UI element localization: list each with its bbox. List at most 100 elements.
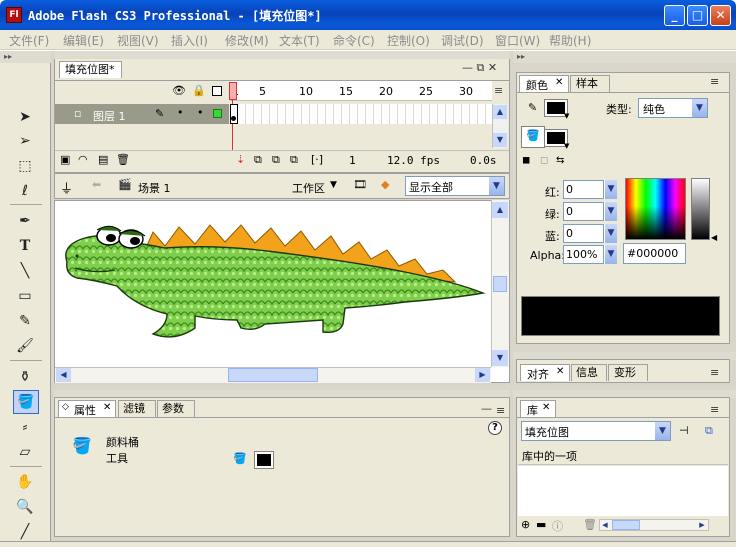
tab-close-icon[interactable]: ✕ <box>103 402 111 413</box>
lasso-tool-icon[interactable]: ℓ <box>16 182 34 200</box>
scroll-down-button[interactable]: ▼ <box>493 133 507 147</box>
tab-swatches[interactable]: 样本 <box>570 75 610 92</box>
subselection-tool-icon[interactable]: ➢ <box>16 132 34 150</box>
edit-scene-icon[interactable]: 🎞 <box>353 178 367 191</box>
delete-layer-icon[interactable]: 🗑 <box>116 153 130 166</box>
menu-insert[interactable]: 插入(I) <box>171 32 208 49</box>
brightness-slider[interactable] <box>691 178 710 240</box>
help-icon[interactable]: ? <box>488 421 502 435</box>
tab-close-icon[interactable]: ✕ <box>556 366 564 377</box>
color-spectrum-picker[interactable] <box>625 178 686 240</box>
insert-layer-icon[interactable]: ▣ <box>60 153 70 166</box>
fill-type-dropdown-arrow[interactable]: ▼ <box>691 99 707 117</box>
library-document-dropdown-arrow[interactable]: ▼ <box>654 422 670 440</box>
menu-window[interactable]: 窗口(W) <box>495 32 540 49</box>
stage-scroll-down[interactable]: ▼ <box>492 350 508 366</box>
rectangle-tool-icon[interactable]: ▭ <box>16 287 34 305</box>
modify-onion-markers-icon[interactable]: [·] <box>311 153 323 166</box>
add-motion-guide-icon[interactable]: ◠ <box>78 153 88 166</box>
layer-lock-dot[interactable]: • <box>197 106 204 119</box>
close-button[interactable]: ✕ <box>710 5 731 26</box>
scene-name[interactable]: 场景 1 <box>138 180 171 196</box>
free-transform-tool-icon[interactable]: ⬚ <box>16 157 34 175</box>
tab-filters[interactable]: 滤镜 <box>118 400 156 417</box>
frame-ruler[interactable] <box>230 81 492 101</box>
menu-debug[interactable]: 调试(D) <box>441 32 484 49</box>
eyedropper-tool-icon[interactable]: ⸗ <box>16 418 34 436</box>
hand-tool-icon[interactable]: ✋ <box>16 473 34 491</box>
tab-library[interactable] <box>520 400 556 417</box>
new-library-panel-icon[interactable]: ⧉ <box>705 424 713 438</box>
scroll-up-button[interactable]: ▲ <box>493 105 507 119</box>
layer-visible-dot[interactable]: • <box>177 106 184 119</box>
ink-bottle-tool-icon[interactable]: ⚱ <box>16 368 34 386</box>
keyframe-1[interactable] <box>230 104 238 124</box>
line-tool-icon[interactable]: ╲ <box>16 262 34 280</box>
menu-view[interactable]: 视图(V) <box>117 32 159 49</box>
back-arrow-icon[interactable]: ⬅ <box>92 178 101 191</box>
text-tool-icon[interactable]: T <box>16 237 34 255</box>
tab-info[interactable]: 信息 <box>571 364 607 381</box>
timeline-toggle-icon[interactable]: ⏚ <box>60 178 73 197</box>
crocodile-bitmap-fill-drawing[interactable] <box>55 210 491 370</box>
stage-scroll-up[interactable]: ▲ <box>492 202 508 218</box>
layer-name[interactable]: 图层 1 <box>93 108 126 124</box>
menu-help[interactable]: 帮助(H) <box>549 32 591 49</box>
tab-close-icon[interactable]: ✕ <box>542 402 550 413</box>
chevron-down-icon[interactable]: ▼ <box>564 142 569 150</box>
insert-folder-icon[interactable]: ▤ <box>98 153 108 166</box>
zoom-tool-icon[interactable]: 🔍 <box>16 498 34 516</box>
tools-collapse-bar[interactable]: ▸▸ <box>0 51 51 63</box>
stage-hscroll-thumb[interactable] <box>228 368 318 382</box>
onion-skin-icon[interactable]: ⧉ <box>254 153 262 167</box>
no-color-icon[interactable]: ◻ <box>540 155 548 166</box>
black-white-icon[interactable]: ◼ <box>522 155 530 166</box>
workspace-menu[interactable]: 工作区 <box>292 180 325 196</box>
green-dropdown-arrow[interactable]: ▼ <box>604 202 617 221</box>
brightness-pointer-icon[interactable]: ◀ <box>711 233 717 242</box>
blue-dropdown-arrow[interactable]: ▼ <box>604 224 617 243</box>
menu-file[interactable]: 文件(F) <box>9 32 49 49</box>
align-panel-menu-icon[interactable]: ≡ <box>710 366 719 379</box>
lock-icon[interactable]: 🔒 <box>192 84 206 97</box>
menu-control[interactable]: 控制(O) <box>387 32 430 49</box>
maximize-button[interactable]: □ <box>687 5 708 26</box>
timeline-window-controls[interactable]: — ⧉ ✕ <box>462 61 497 75</box>
library-menu-icon[interactable]: ≡ <box>710 403 719 416</box>
fill-color-swatch[interactable] <box>254 451 274 469</box>
menu-text[interactable]: 文本(T) <box>279 32 320 49</box>
outline-icon[interactable] <box>212 86 222 96</box>
layer-frames[interactable] <box>230 104 492 124</box>
chevron-down-icon[interactable]: ▼ <box>564 112 569 120</box>
color-panel-menu-icon[interactable]: ≡ <box>710 75 719 88</box>
pencil-tool-icon[interactable]: ✎ <box>16 312 34 330</box>
menu-modify[interactable]: 修改(M) <box>225 32 269 49</box>
playhead[interactable] <box>229 82 237 100</box>
edit-symbols-icon[interactable]: ◆ <box>381 178 389 191</box>
tab-parameters[interactable]: 参数 <box>157 400 195 417</box>
zoom-dropdown-arrow[interactable]: ▼ <box>488 177 504 195</box>
properties-menu-icon[interactable]: ≡ <box>496 404 505 417</box>
alpha-dropdown-arrow[interactable]: ▼ <box>604 245 617 264</box>
chevron-down-icon[interactable]: ▼ <box>330 180 337 190</box>
center-frame-icon[interactable]: ⇣ <box>236 153 245 166</box>
pen-tool-icon[interactable]: ✒ <box>16 212 34 230</box>
red-dropdown-arrow[interactable]: ▼ <box>604 180 617 199</box>
menu-edit[interactable]: 编辑(E) <box>63 32 104 49</box>
onion-outline-icon[interactable]: ⧉ <box>272 153 280 167</box>
stage-vscroll-thumb[interactable] <box>493 276 507 292</box>
properties-minimize-icon[interactable]: — <box>481 402 492 415</box>
library-item-list[interactable] <box>518 466 728 516</box>
layer-outline-color[interactable] <box>213 109 222 118</box>
right-dock-collapse-bar[interactable]: ▸▸ <box>513 51 736 63</box>
edit-multiple-frames-icon[interactable]: ⧉ <box>290 153 298 167</box>
selection-tool-icon[interactable]: ➤ <box>16 108 34 126</box>
menu-commands[interactable]: 命令(C) <box>333 32 375 49</box>
library-hscroll-thumb[interactable] <box>612 520 640 530</box>
swap-colors-icon[interactable]: ⇆ <box>556 155 564 166</box>
timeline-menu-icon[interactable]: ≡ <box>494 84 503 97</box>
brush-tool-icon[interactable]: 🖌 <box>16 337 34 355</box>
stage-scroll-left[interactable]: ◀ <box>56 368 71 382</box>
tab-close-icon[interactable]: ✕ <box>555 77 563 88</box>
tab-transform[interactable]: 变形 <box>608 364 648 381</box>
